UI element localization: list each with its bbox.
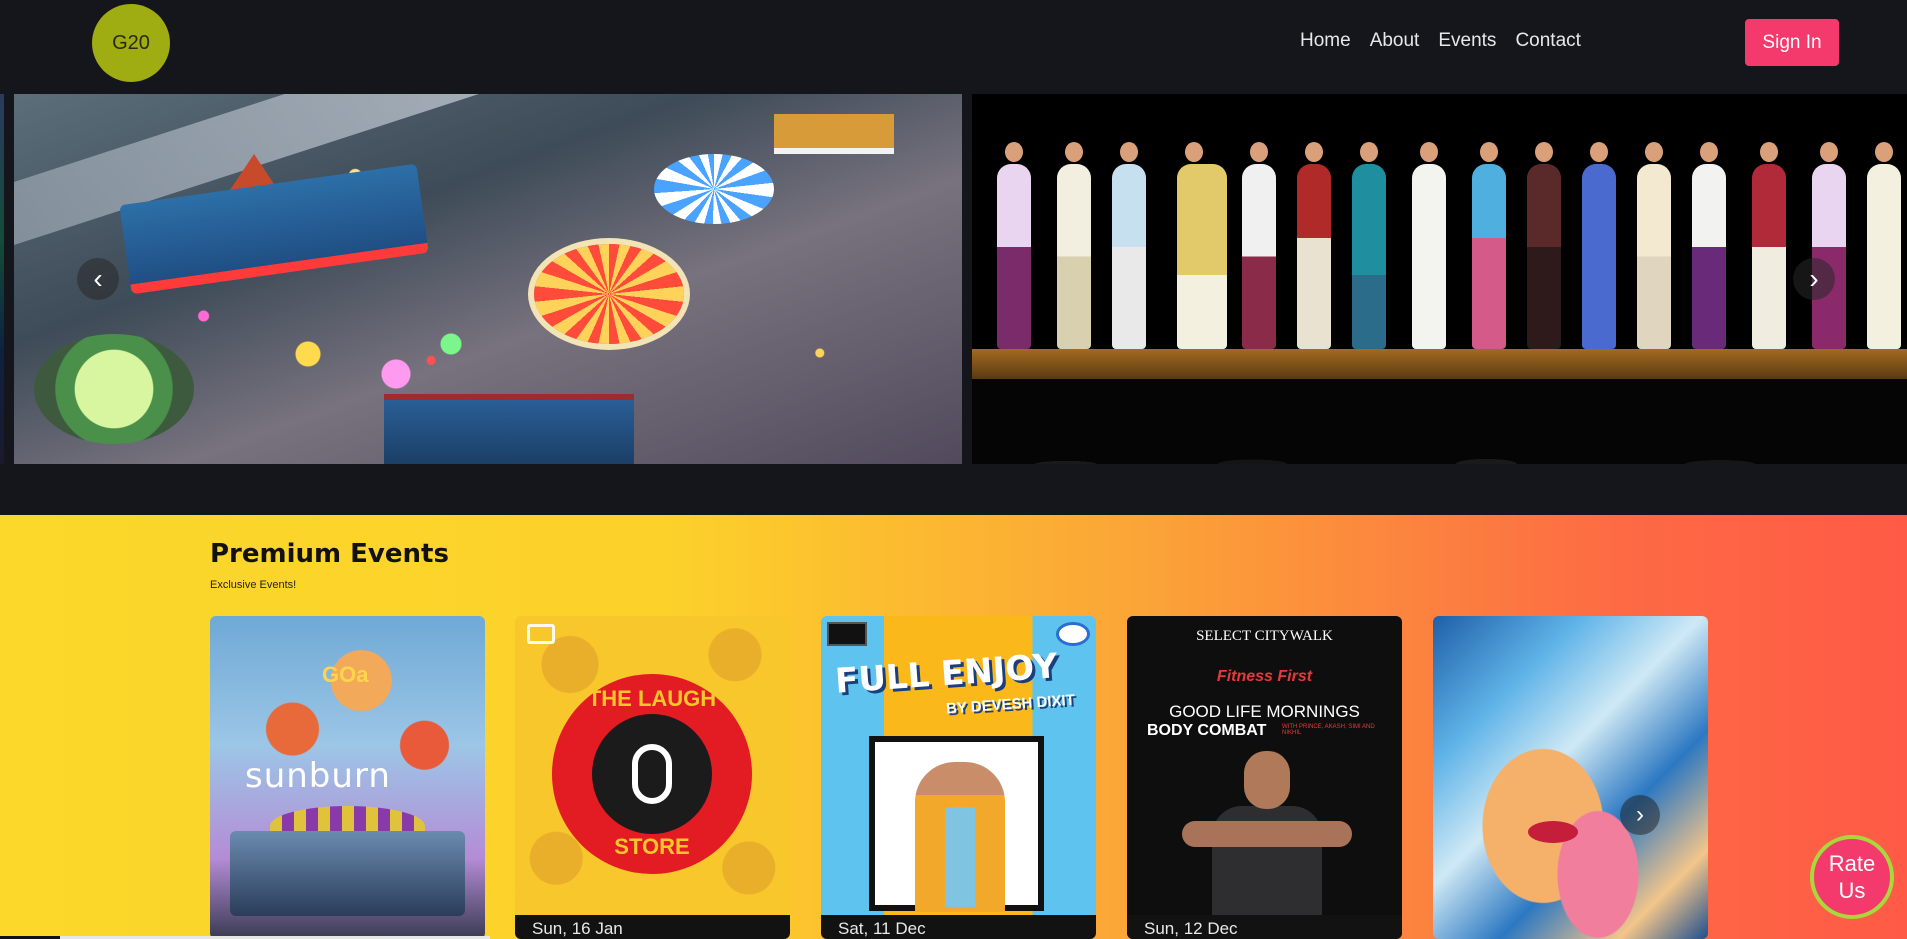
poster-sponsor: Fitness First <box>1216 668 1313 685</box>
microphone-icon <box>632 744 672 804</box>
event-date: Sun, 12 Dec <box>1127 915 1402 939</box>
poster-title: FULL ENJOY <box>833 646 1059 702</box>
chevron-right-icon[interactable]: › <box>1793 258 1835 300</box>
sponsor-logo <box>1056 622 1090 646</box>
slide-amusement-park[interactable] <box>14 94 962 464</box>
section-subtitle: Exclusive Events! <box>210 579 297 591</box>
poster-badge-inner <box>592 714 712 834</box>
poster-stage <box>230 831 465 916</box>
poster-brand: SELECT CITYWALK <box>1196 628 1333 644</box>
poster-title-top: THE LAUGH <box>587 686 717 711</box>
poster-title-bottom: STORE <box>614 834 690 859</box>
slide-stage-performance[interactable] <box>972 94 1907 464</box>
prev-glyph: ‹ <box>93 263 103 294</box>
chevron-right-icon[interactable]: › <box>1620 795 1660 835</box>
performer <box>1472 142 1506 349</box>
event-date: Sat, 11 Dec <box>821 915 1096 939</box>
stage-floor <box>972 349 1907 379</box>
performer <box>1057 142 1091 349</box>
event-card-painted-face[interactable] <box>1433 616 1708 939</box>
nav-about-link[interactable]: About <box>1370 30 1420 52</box>
performer <box>1582 142 1616 349</box>
poster-badge: THE LAUGH STORE <box>552 674 752 874</box>
poster-arm <box>1182 821 1352 847</box>
nav-events-link[interactable]: Events <box>1438 30 1496 52</box>
event-card-good-life-mornings[interactable]: SELECT CITYWALK Fitness First GOOD LIFE … <box>1127 616 1402 939</box>
cards-next-glyph: › <box>1636 801 1644 828</box>
park-tent <box>654 154 774 224</box>
poster-sunburn-logo: sunburn <box>245 756 391 796</box>
poster-title: GOOD LIFE MORNINGS <box>1169 702 1360 721</box>
performer <box>1812 142 1846 349</box>
us-label: Us <box>1838 878 1866 903</box>
event-card-full-enjoy[interactable]: FULL ENJOY BY DEVESH DIXIT Sat, 11 Dec <box>821 616 1096 939</box>
logo-text: G20 <box>112 31 150 54</box>
performer <box>1297 142 1331 349</box>
park-building-3 <box>384 394 634 464</box>
performer <box>1242 142 1276 349</box>
poster-subtitle: BY DEVESH DIXIT <box>945 691 1076 718</box>
poster-fine-print: WITH PRINCE, AKASH, SIMI AND NIKHIL <box>1282 724 1375 736</box>
poster-person <box>915 762 1005 912</box>
nav-home-link[interactable]: Home <box>1300 30 1351 52</box>
rate-label: Rate <box>1828 850 1876 876</box>
audience <box>972 379 1907 464</box>
performer <box>1412 142 1446 349</box>
poster-goa: GOa <box>322 662 369 687</box>
chevron-left-icon[interactable]: ‹ <box>77 258 119 300</box>
performer <box>997 142 1031 349</box>
event-card-sunburn[interactable]: GOa sunburn <box>210 616 485 939</box>
poster-subtitle: BODY COMBAT <box>1147 722 1267 739</box>
performer <box>1177 142 1227 349</box>
nav-links: Home About Events Contact <box>1300 30 1600 52</box>
performer <box>1752 142 1786 349</box>
premium-events-section: Premium Events Exclusive Events! GOa sun… <box>0 515 1907 939</box>
park-ring <box>34 334 194 444</box>
venue-logo <box>827 622 867 646</box>
hero-carousel: ‹ › <box>0 94 1907 464</box>
performer <box>1637 142 1671 349</box>
performer <box>1692 142 1726 349</box>
performer <box>1352 142 1386 349</box>
logo[interactable]: G20 <box>92 4 170 82</box>
poster-person <box>1182 751 1352 916</box>
performer <box>1527 142 1561 349</box>
previous-slide-edge <box>0 94 4 464</box>
performer <box>1112 142 1146 349</box>
sign-in-button[interactable]: Sign In <box>1745 19 1839 66</box>
navbar: G20 Home About Events Contact Sign In <box>0 0 1907 92</box>
poster-head <box>1244 751 1290 809</box>
section-title: Premium Events <box>210 539 449 569</box>
event-card-laugh-store[interactable]: THE LAUGH STORE Sun, 16 Jan <box>515 616 790 939</box>
park-carousel <box>534 244 684 344</box>
nav-contact-link[interactable]: Contact <box>1515 30 1580 52</box>
event-date: Sun, 16 Jan <box>515 915 790 939</box>
poster-photo <box>869 736 1044 912</box>
gallery-icon <box>527 624 555 644</box>
performer <box>1867 142 1901 349</box>
park-building-2 <box>774 114 894 154</box>
rate-us-button[interactable]: Rate Us <box>1810 835 1894 919</box>
poster-lips <box>1528 821 1578 843</box>
poster-shirt <box>945 807 975 907</box>
next-glyph: › <box>1809 263 1819 294</box>
